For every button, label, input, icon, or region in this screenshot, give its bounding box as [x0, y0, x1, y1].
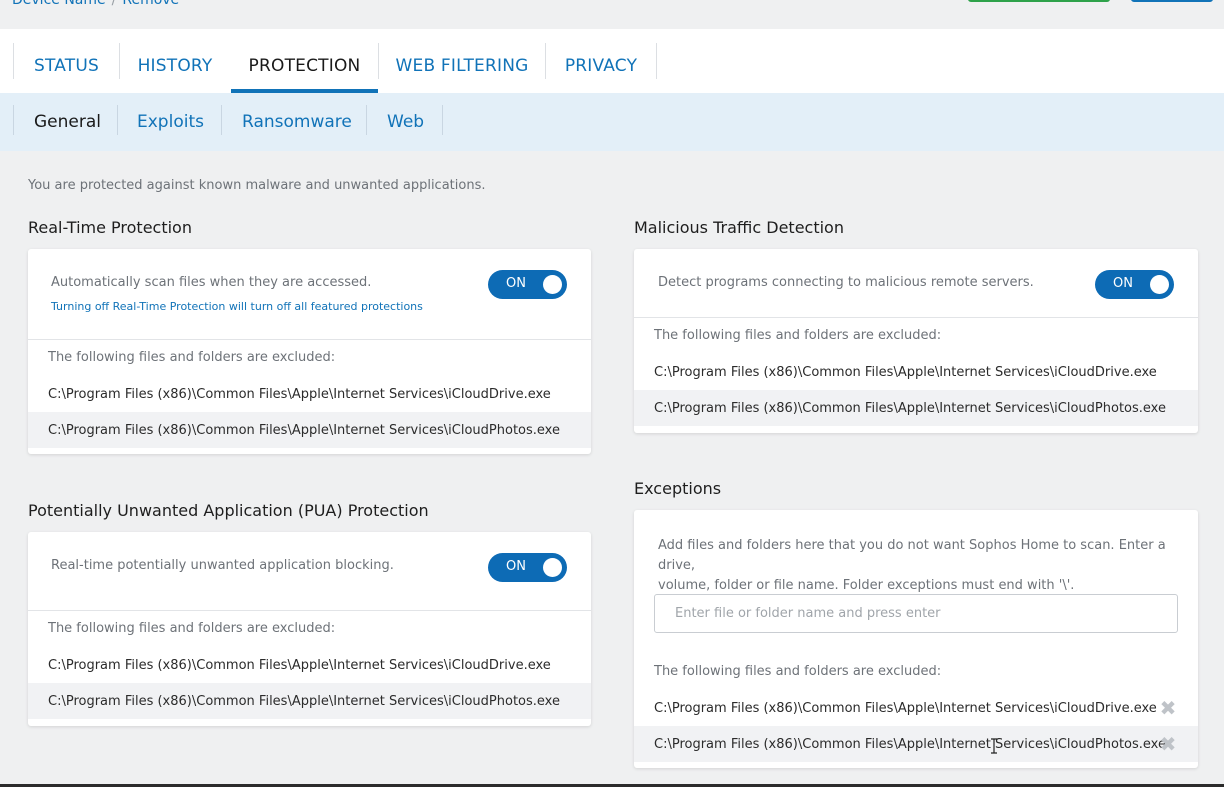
pua-excluded-label: The following files and folders are excl… — [48, 621, 336, 636]
traffic-title: Malicious Traffic Detection — [634, 218, 844, 237]
exceptions-card: Add files and folders here that you do n… — [634, 510, 1198, 768]
traffic-description: Detect programs connecting to malicious … — [658, 275, 1034, 290]
remove-icon[interactable]: ✖ — [1158, 698, 1178, 718]
breadcrumb: Device Name / Remove — [12, 0, 179, 8]
excluded-path: C:\Program Files (x86)\Common Files\Appl… — [48, 657, 551, 673]
text-cursor-icon — [991, 738, 997, 754]
toggle-knob — [1150, 275, 1169, 294]
pua-title: Potentially Unwanted Application (PUA) P… — [28, 501, 429, 520]
exceptions-description: Add files and folders here that you do n… — [658, 536, 1198, 596]
list-item: C:\Program Files (x86)\Common Files\Appl… — [634, 690, 1198, 726]
list-item: C:\Program Files (x86)\Common Files\Appl… — [634, 354, 1198, 390]
exceptions-excluded-label: The following files and folders are excl… — [654, 664, 942, 679]
tab-protection[interactable]: PROTECTION — [231, 43, 378, 93]
pua-header: Real-time potentially unwanted applicati… — [28, 532, 591, 611]
subtab-divider — [117, 105, 118, 135]
secondary-action-button[interactable] — [1131, 0, 1213, 2]
traffic-toggle[interactable]: ON — [1095, 270, 1174, 299]
realtime-toggle[interactable]: ON — [488, 270, 567, 299]
protection-status-text: You are protected against known malware … — [28, 178, 486, 193]
tab-history[interactable]: HISTORY — [120, 43, 230, 93]
excluded-path: C:\Program Files (x86)\Common Files\Appl… — [48, 386, 551, 402]
list-item: C:\Program Files (x86)\Common Files\Appl… — [28, 683, 591, 719]
breadcrumb-device[interactable]: Device Name — [12, 0, 106, 8]
main-tab-bar: STATUS HISTORY PROTECTION WEB FILTERING … — [0, 29, 1224, 93]
excluded-path: C:\Program Files (x86)\Common Files\Appl… — [654, 700, 1157, 716]
subtab-web[interactable]: Web — [387, 93, 424, 151]
realtime-description: Automatically scan files when they are a… — [51, 275, 372, 290]
toggle-label: ON — [506, 276, 526, 291]
pua-toggle[interactable]: ON — [488, 553, 567, 582]
breadcrumb-separator: / — [111, 0, 117, 8]
subtab-general[interactable]: General — [34, 93, 101, 151]
tab-status[interactable]: STATUS — [14, 43, 119, 93]
list-item: C:\Program Files (x86)\Common Files\Appl… — [28, 647, 591, 683]
toggle-label: ON — [1113, 276, 1133, 291]
exceptions-desc-line-1: Add files and folders here that you do n… — [658, 538, 1166, 573]
list-item: C:\Program Files (x86)\Common Files\Appl… — [28, 412, 591, 448]
excluded-path: C:\Program Files (x86)\Common Files\Appl… — [48, 422, 560, 438]
tab-web-filtering[interactable]: WEB FILTERING — [379, 43, 545, 93]
realtime-header: Automatically scan files when they are a… — [28, 249, 591, 340]
subtab-divider — [13, 105, 14, 135]
subtab-divider — [366, 105, 367, 135]
realtime-card: Automatically scan files when they are a… — [28, 249, 591, 454]
subtab-ransomware[interactable]: Ransomware — [242, 93, 352, 151]
excluded-path: C:\Program Files (x86)\Common Files\Appl… — [654, 736, 1166, 752]
primary-action-button[interactable] — [968, 0, 1110, 2]
realtime-warning: Turning off Real-Time Protection will tu… — [51, 300, 423, 313]
tab-divider — [656, 43, 657, 79]
list-item: C:\Program Files (x86)\Common Files\Appl… — [634, 390, 1198, 426]
traffic-card: Detect programs connecting to malicious … — [634, 249, 1198, 433]
pua-card: Real-time potentially unwanted applicati… — [28, 532, 591, 726]
list-item: C:\Program Files (x86)\Common Files\Appl… — [28, 376, 591, 412]
toggle-knob — [543, 558, 562, 577]
realtime-excluded-label: The following files and folders are excl… — [48, 350, 336, 365]
exceptions-desc-line-2: volume, folder or file name. Folder exce… — [658, 578, 1075, 593]
remove-icon[interactable]: ✖ — [1158, 734, 1178, 754]
top-strip: Device Name / Remove — [0, 0, 1224, 29]
traffic-excluded-label: The following files and folders are excl… — [654, 328, 942, 343]
sub-tab-bar: General Exploits Ransomware Web — [0, 93, 1224, 151]
subtab-divider — [442, 105, 443, 135]
subtab-divider — [221, 105, 222, 135]
toggle-knob — [543, 275, 562, 294]
subtab-exploits[interactable]: Exploits — [137, 93, 204, 151]
exception-input[interactable] — [654, 594, 1178, 633]
pua-description: Real-time potentially unwanted applicati… — [51, 558, 394, 573]
exceptions-title: Exceptions — [634, 479, 722, 498]
list-item: C:\Program Files (x86)\Common Files\Appl… — [634, 726, 1198, 762]
realtime-title: Real-Time Protection — [28, 218, 192, 237]
breadcrumb-remove[interactable]: Remove — [122, 0, 179, 8]
toggle-label: ON — [506, 559, 526, 574]
excluded-path: C:\Program Files (x86)\Common Files\Appl… — [654, 400, 1166, 416]
traffic-header: Detect programs connecting to malicious … — [634, 249, 1198, 318]
excluded-path: C:\Program Files (x86)\Common Files\Appl… — [48, 693, 560, 709]
excluded-path: C:\Program Files (x86)\Common Files\Appl… — [654, 364, 1157, 380]
tab-privacy[interactable]: PRIVACY — [546, 43, 656, 93]
